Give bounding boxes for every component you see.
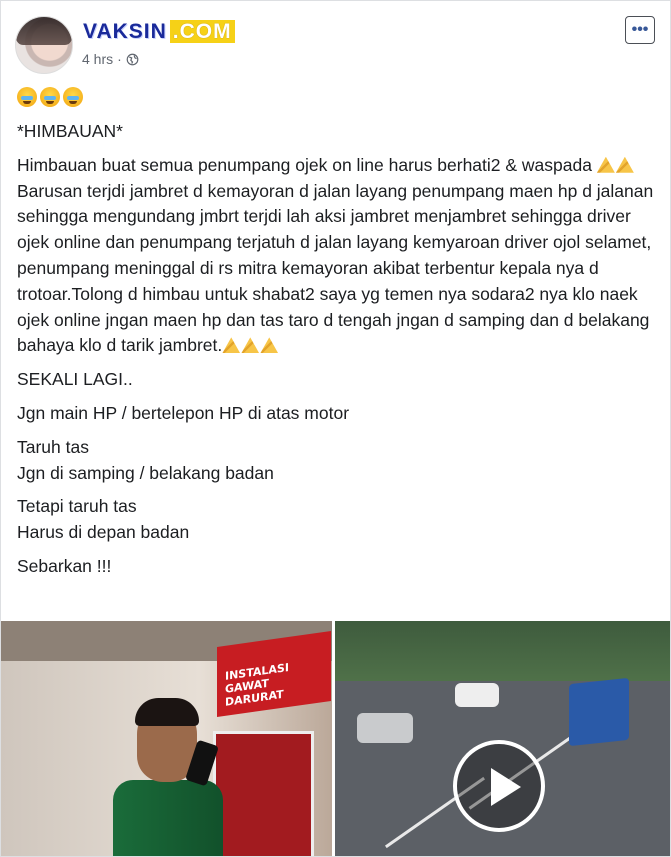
- more-options-button[interactable]: •••: [625, 16, 655, 44]
- post-media: INSTALASI GAWAT DARURAT: [1, 621, 670, 856]
- bus: [569, 677, 629, 747]
- globe-icon: [126, 53, 139, 65]
- post-time[interactable]: 4 hrs: [82, 51, 113, 67]
- post-taruh-tas: Taruh tas: [17, 436, 89, 457]
- post-body: *HIMBAUAN* Himbauan buat semua penumpang…: [17, 119, 657, 588]
- hospital-sign-text: INSTALASI GAWAT DARURAT: [225, 660, 289, 709]
- post-intro: *HIMBAUAN*: [17, 121, 123, 141]
- post-taruh-block: Taruh tas Jgn di samping / belakang bada…: [17, 435, 657, 487]
- praying-hands-icon: [615, 156, 634, 173]
- praying-hands-icon: [241, 337, 260, 354]
- hospital-door: [213, 731, 314, 856]
- post-tetapi-block: Tetapi taruh tas Harus di depan badan: [17, 494, 657, 546]
- page-name-main[interactable]: VAKSIN: [83, 20, 167, 43]
- praying-hands-icon: [260, 337, 279, 354]
- crying-face-icon: [17, 87, 37, 107]
- play-video-button[interactable]: [453, 740, 545, 832]
- post-meta: 4 hrs ·: [82, 51, 139, 67]
- post-sekali-lagi: SEKALI LAGI..: [17, 369, 133, 390]
- crying-emoji-row: [17, 87, 83, 107]
- crying-face-icon: [40, 87, 60, 107]
- page-name-suffix[interactable]: .COM: [169, 20, 235, 43]
- crying-face-icon: [63, 87, 83, 107]
- post-para-part2: Barusan terjdi jambret d kemayoran d jal…: [17, 180, 654, 356]
- post-harus: Harus di depan badan: [17, 522, 190, 543]
- post-jgn-samping: Jgn di samping / belakang badan: [17, 462, 274, 483]
- car: [455, 683, 499, 707]
- praying-hands-icon: [596, 156, 615, 173]
- more-icon: •••: [631, 21, 649, 38]
- post-header: VAKSIN .COM 4 hrs · •••: [15, 16, 655, 76]
- car: [357, 713, 413, 743]
- photo-hospital[interactable]: INSTALASI GAWAT DARURAT: [1, 621, 332, 856]
- praying-hands-icon: [222, 337, 241, 354]
- post-paragraph: Himbauan buat semua penumpang ojek on li…: [17, 153, 657, 359]
- video-thumbnail[interactable]: [335, 621, 670, 856]
- man-on-phone: [113, 696, 223, 856]
- meta-separator: ·: [117, 51, 122, 67]
- page-name[interactable]: VAKSIN .COM: [83, 20, 235, 44]
- avatar[interactable]: [15, 16, 73, 74]
- post-para-part1: Himbauan buat semua penumpang ojek on li…: [17, 154, 592, 175]
- post-jgn-main: Jgn main HP / bertelepon HP di atas moto…: [17, 402, 350, 423]
- facebook-post-card: VAKSIN .COM 4 hrs · ••• *HIMBAUAN* Himbau…: [0, 0, 671, 857]
- post-sebarkan: Sebarkan !!!: [17, 555, 112, 576]
- post-tetapi: Tetapi taruh tas: [17, 496, 137, 517]
